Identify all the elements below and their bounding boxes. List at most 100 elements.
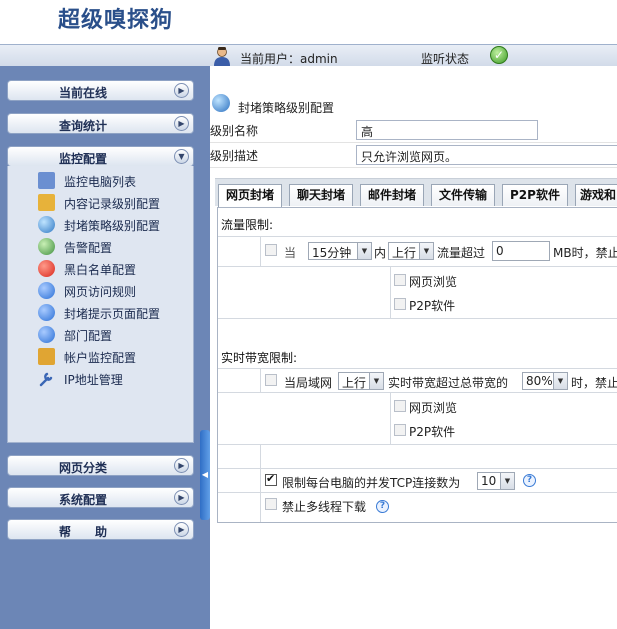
sidebar-item-label: 黑白名单配置	[64, 263, 137, 277]
app-title: 超级嗅探狗	[58, 7, 174, 33]
policy-tabs: 网页封堵 聊天封堵 邮件封堵 文件传输 P2P软件 游戏和	[215, 178, 617, 208]
traffic-web-label: 网页浏览	[409, 275, 458, 289]
nav-query-stats[interactable]: 查询统计 ▶	[7, 113, 194, 134]
level-desc-row: 级别描述 只允许浏览网页。	[210, 143, 617, 168]
level-desc-label: 级别描述	[210, 149, 259, 163]
level-name-input[interactable]: 高	[356, 120, 538, 140]
app-window: 超级嗅探狗 当前用户：admin 监听状态 ✓ 当前在线 ▶ 查询统计 ▶ 监控…	[0, 0, 617, 629]
percent-select[interactable]: 80% ▼	[522, 372, 568, 390]
tab-chat-block[interactable]: 聊天封堵	[289, 184, 353, 206]
level-desc-input[interactable]: 只允许浏览网页。	[356, 145, 617, 165]
traffic-enable-checkbox[interactable]	[265, 244, 277, 256]
main-content: 封堵策略级别配置 级别名称 高 级别描述 只允许浏览网页。 网页封堵 聊天封堵 …	[210, 66, 617, 629]
help-icon[interactable]: ?	[523, 474, 536, 487]
traffic-rule-row: 当 15分钟 ▼ 内 上行 ▼ 流量超过 0 MB时，禁止	[218, 236, 617, 266]
chevron-right-icon[interactable]: ▶	[174, 490, 189, 505]
spacer-row	[218, 444, 617, 468]
tcp-limit-select[interactable]: 10 ▼	[477, 472, 515, 490]
sidebar-item-label: 内容记录级别配置	[64, 197, 161, 211]
bandwidth-web-checkbox[interactable]	[394, 400, 406, 412]
sidebar-item-label: 封堵策略级别配置	[64, 219, 161, 233]
nav-label: 网页分类	[58, 461, 107, 475]
stop-icon	[38, 260, 55, 277]
chevron-right-icon[interactable]: ▶	[174, 522, 189, 537]
tip-page-icon	[38, 304, 55, 321]
traffic-direction-select[interactable]: 上行 ▼	[388, 242, 434, 260]
nav-label: 当前在线	[58, 86, 107, 100]
globe-icon	[212, 94, 230, 112]
section-header: 封堵策略级别配置	[210, 90, 617, 116]
bandwidth-p2p-checkbox[interactable]	[394, 424, 406, 436]
tcp-limit-value: 10	[481, 474, 497, 488]
bandwidth-suffix: 时，禁止	[571, 376, 617, 390]
nav-label: 查询统计	[58, 119, 107, 133]
period-select[interactable]: 15分钟 ▼	[308, 242, 372, 260]
help-icon[interactable]: ?	[376, 500, 389, 513]
section-title: 封堵策略级别配置	[238, 101, 335, 115]
bandwidth-rule-row: 当局域网 上行 ▼ 实时带宽超过总带宽的 80% ▼ 时，禁止	[218, 368, 617, 392]
bandwidth-limit-title: 实时带宽限制:	[221, 351, 298, 365]
direction-value: 上行	[342, 376, 367, 390]
tab-games[interactable]: 游戏和	[575, 184, 617, 206]
chevron-down-icon: ▼	[369, 373, 383, 389]
nav-monitor-config[interactable]: 监控配置 ▼	[7, 146, 194, 167]
multithread-label: 禁止多线程下载	[282, 500, 367, 514]
spacer-row	[218, 318, 617, 342]
nav-web-category[interactable]: 网页分类 ▶	[7, 455, 194, 476]
sidebar-item-label: IP地址管理	[64, 373, 123, 387]
tab-web-block[interactable]: 网页封堵	[218, 184, 282, 208]
mb-input[interactable]: 0	[492, 241, 550, 261]
globe-alert-icon	[38, 238, 55, 255]
folder-record-icon	[38, 194, 55, 211]
computer-list-icon	[38, 172, 55, 189]
tcp-limit-row: 限制每台电脑的并发TCP连接数为 10▼ ?	[218, 468, 617, 492]
bandwidth-p2p-label: P2P软件	[409, 425, 456, 439]
multithread-checkbox[interactable]	[265, 498, 277, 510]
chevron-right-icon[interactable]: ▶	[174, 458, 189, 473]
user-status-bar: 当前用户：admin 监听状态 ✓	[0, 44, 617, 66]
check-blue-icon	[38, 282, 55, 299]
traffic-targets: 网页浏览 P2P软件	[218, 266, 617, 319]
nav-label: 系统配置	[58, 493, 107, 507]
nav-label: 帮 助	[58, 525, 107, 539]
chevron-down-icon: ▼	[419, 243, 433, 259]
check-circle-icon[interactable]: ✓	[490, 46, 508, 64]
level-name-row: 级别名称 高	[210, 118, 617, 143]
bandwidth-enable-checkbox[interactable]	[265, 374, 277, 386]
tab-file-transfer[interactable]: 文件传输	[431, 184, 495, 206]
chevron-down-icon[interactable]: ▼	[174, 149, 189, 164]
traffic-p2p-checkbox[interactable]	[394, 298, 406, 310]
nav-help[interactable]: 帮 助 ▶	[7, 519, 194, 540]
sidebar-item-label: 封堵提示页面配置	[64, 307, 161, 321]
account-icon	[38, 348, 55, 365]
tab-mail-block[interactable]: 邮件封堵	[360, 184, 424, 206]
bandwidth-targets: 网页浏览 P2P软件	[218, 392, 617, 445]
monitor-status-label: 监听状态	[421, 52, 470, 66]
nav-label: 监控配置	[58, 152, 107, 166]
sidebar-collapse-handle[interactable]: ◀	[200, 430, 210, 520]
tab-panel: 流量限制: 当 15分钟▼ 内 上行▼ 流量超过 0 MB时，禁止 网页浏览	[217, 207, 617, 523]
multithread-row: 禁止多线程下载 ?	[218, 492, 617, 522]
tab-p2p[interactable]: P2P软件	[502, 184, 568, 206]
nav-system-config[interactable]: 系统配置 ▶	[7, 487, 194, 508]
chevron-down-icon: ▼	[500, 473, 514, 489]
direction-value: 上行	[392, 246, 417, 260]
traffic-web-checkbox[interactable]	[394, 274, 406, 286]
globe-block-icon	[38, 216, 55, 233]
when-label: 当	[284, 246, 297, 260]
bandwidth-direction-select[interactable]: 上行 ▼	[338, 372, 384, 390]
tcp-limit-checkbox[interactable]	[265, 472, 277, 486]
percent-value: 80%	[526, 374, 553, 388]
department-icon	[38, 326, 55, 343]
nav-current-online[interactable]: 当前在线 ▶	[7, 80, 194, 101]
sidebar-item-label: 帐户监控配置	[64, 351, 137, 365]
bandwidth-exceeds-label: 实时带宽超过总带宽的	[388, 376, 509, 390]
chevron-right-icon[interactable]: ▶	[174, 83, 189, 98]
chevron-right-icon[interactable]: ▶	[174, 116, 189, 131]
traffic-p2p-label: P2P软件	[409, 299, 456, 313]
traffic-limit-title: 流量限制:	[221, 218, 274, 232]
level-name-label: 级别名称	[210, 124, 259, 138]
sidebar-item-label: 部门配置	[64, 329, 113, 343]
monitor-config-submenu: 监控电脑列表 内容记录级别配置 封堵策略级别配置 告警配置 黑白名单配置 网页访…	[7, 166, 194, 443]
chevron-down-icon: ▼	[357, 243, 371, 259]
